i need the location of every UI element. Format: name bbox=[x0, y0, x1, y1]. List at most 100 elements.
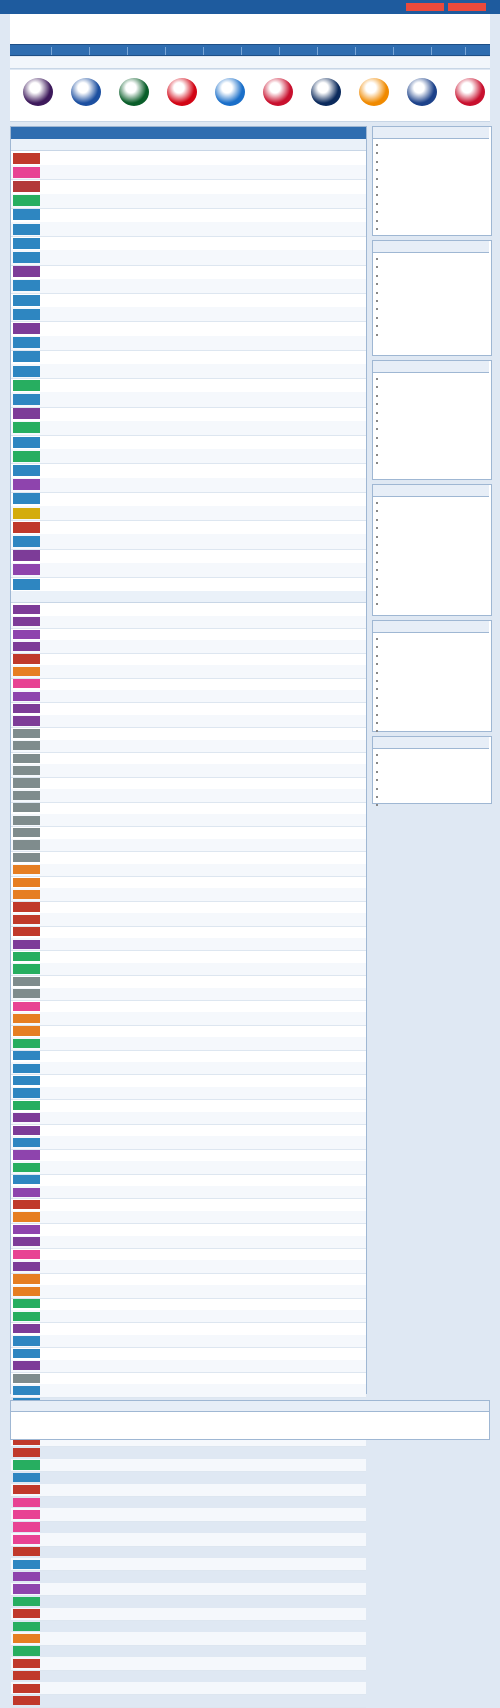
stream-links[interactable] bbox=[213, 269, 365, 275]
sidebar-news-item[interactable] bbox=[376, 184, 486, 190]
sidebar-news-text[interactable] bbox=[380, 686, 486, 692]
league-badge[interactable] bbox=[13, 641, 40, 652]
sidebar-news-text[interactable] bbox=[380, 720, 486, 726]
match-teams[interactable] bbox=[79, 1226, 211, 1232]
match-teams[interactable] bbox=[79, 1375, 211, 1381]
friend-link[interactable] bbox=[71, 1426, 97, 1432]
stream-links[interactable] bbox=[213, 792, 365, 798]
match-teams[interactable] bbox=[79, 396, 211, 402]
match-teams[interactable] bbox=[79, 1115, 211, 1121]
stream-links[interactable] bbox=[213, 1239, 365, 1245]
league-logo-item[interactable] bbox=[62, 70, 110, 120]
sidebar-news-item[interactable] bbox=[376, 376, 486, 382]
match-teams[interactable] bbox=[79, 340, 211, 346]
stream-links[interactable] bbox=[213, 1226, 365, 1232]
stream-links[interactable] bbox=[213, 325, 365, 331]
match-teams[interactable] bbox=[79, 1040, 211, 1046]
stream-links[interactable] bbox=[213, 1512, 365, 1518]
sidebar-news-text[interactable] bbox=[380, 802, 486, 808]
match-teams[interactable] bbox=[79, 830, 211, 836]
friend-link[interactable] bbox=[16, 1416, 42, 1422]
stream-links[interactable] bbox=[213, 941, 365, 947]
league-badge[interactable] bbox=[13, 1621, 40, 1631]
league-badge[interactable] bbox=[13, 550, 40, 562]
league-badge[interactable] bbox=[13, 507, 40, 519]
league-badge[interactable] bbox=[13, 790, 40, 801]
match-teams[interactable] bbox=[79, 382, 211, 388]
sidebar-news-item[interactable] bbox=[376, 542, 486, 548]
league-badge[interactable] bbox=[13, 1385, 40, 1396]
stream-links[interactable] bbox=[213, 382, 365, 388]
stream-links[interactable] bbox=[213, 1375, 365, 1381]
stream-links[interactable] bbox=[213, 467, 365, 473]
stream-links[interactable] bbox=[213, 297, 365, 303]
sidebar-news-text[interactable] bbox=[380, 256, 486, 262]
league-badge[interactable] bbox=[13, 322, 40, 335]
league-badge[interactable] bbox=[13, 927, 40, 937]
main-nav-item[interactable] bbox=[92, 48, 126, 54]
match-teams[interactable] bbox=[79, 805, 211, 811]
league-badge[interactable] bbox=[13, 308, 40, 320]
sidebar-news-item[interactable] bbox=[376, 508, 486, 514]
friend-link[interactable] bbox=[16, 1426, 42, 1432]
sidebar-news-text[interactable] bbox=[380, 426, 486, 432]
sub-nav-item[interactable] bbox=[16, 60, 52, 66]
sidebar-news-text[interactable] bbox=[380, 670, 486, 676]
match-teams[interactable] bbox=[79, 538, 211, 544]
sidebar-news-item[interactable] bbox=[376, 695, 486, 701]
league-badge[interactable] bbox=[13, 422, 40, 434]
stream-links[interactable] bbox=[213, 1388, 365, 1394]
sidebar-news-text[interactable] bbox=[380, 435, 486, 441]
match-teams[interactable] bbox=[79, 817, 211, 823]
friend-link[interactable] bbox=[126, 1416, 152, 1422]
match-teams[interactable] bbox=[79, 1251, 211, 1257]
sidebar-news-text[interactable] bbox=[380, 661, 486, 667]
stream-links[interactable] bbox=[213, 668, 365, 674]
set-homepage-button[interactable] bbox=[406, 3, 444, 11]
sidebar-news-item[interactable] bbox=[376, 720, 486, 726]
league-badge[interactable] bbox=[13, 604, 40, 615]
sidebar-news-item[interactable] bbox=[376, 332, 486, 338]
match-teams[interactable] bbox=[79, 1313, 211, 1319]
stream-links[interactable] bbox=[213, 718, 365, 724]
main-nav-item[interactable] bbox=[16, 48, 50, 54]
stream-links[interactable] bbox=[213, 524, 365, 530]
stream-links[interactable] bbox=[213, 805, 365, 811]
stream-links[interactable] bbox=[213, 1301, 365, 1307]
league-badge[interactable] bbox=[13, 251, 40, 264]
league-badge[interactable] bbox=[13, 852, 40, 863]
stream-links[interactable] bbox=[213, 978, 365, 984]
sidebar-news-item[interactable] bbox=[376, 644, 486, 650]
stream-links[interactable] bbox=[213, 354, 365, 360]
league-badge[interactable] bbox=[13, 691, 40, 701]
match-teams[interactable] bbox=[79, 425, 211, 431]
match-teams[interactable] bbox=[79, 644, 211, 650]
stream-links[interactable] bbox=[213, 1363, 365, 1369]
main-nav-item[interactable] bbox=[206, 48, 240, 54]
league-badge[interactable] bbox=[13, 180, 40, 193]
stream-links[interactable] bbox=[213, 1350, 365, 1356]
sidebar-news-item[interactable] bbox=[376, 273, 486, 279]
league-badge[interactable] bbox=[13, 1001, 40, 1011]
league-badge[interactable] bbox=[13, 1311, 40, 1321]
match-teams[interactable] bbox=[79, 1598, 211, 1604]
sidebar-news-text[interactable] bbox=[380, 601, 486, 607]
league-badge[interactable] bbox=[13, 1571, 40, 1582]
sidebar-news-item[interactable] bbox=[376, 661, 486, 667]
match-teams[interactable] bbox=[79, 706, 211, 712]
match-teams[interactable] bbox=[79, 1350, 211, 1356]
stream-links[interactable] bbox=[213, 1140, 365, 1146]
friend-link[interactable] bbox=[401, 1416, 427, 1422]
stream-links[interactable] bbox=[213, 1313, 365, 1319]
match-teams[interactable] bbox=[79, 1288, 211, 1294]
sidebar-news-text[interactable] bbox=[380, 728, 486, 734]
sub-nav-item[interactable] bbox=[242, 60, 278, 66]
match-teams[interactable] bbox=[79, 524, 211, 530]
match-teams[interactable] bbox=[79, 1561, 211, 1567]
stream-links[interactable] bbox=[213, 656, 365, 662]
league-badge[interactable] bbox=[13, 1125, 40, 1135]
match-teams[interactable] bbox=[79, 1623, 211, 1629]
stream-links[interactable] bbox=[213, 768, 365, 774]
sidebar-news-text[interactable] bbox=[380, 306, 486, 312]
match-teams[interactable] bbox=[79, 1673, 211, 1679]
